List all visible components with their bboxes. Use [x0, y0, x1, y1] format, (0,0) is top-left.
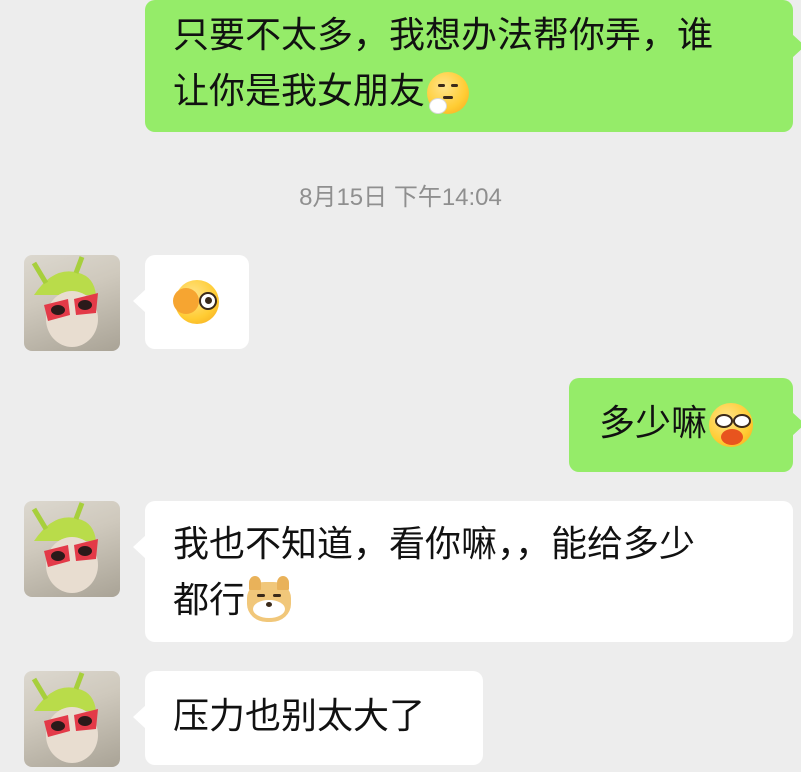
message-line: 只要不太多，我想办法帮你弄，谁	[173, 15, 714, 56]
message-line-text: 都行	[173, 580, 246, 621]
message-bubble-incoming[interactable]: 我也不知道，看你嘛，，能给多少 都行	[133, 501, 793, 642]
message-line: 都行	[173, 573, 765, 629]
avatar[interactable]	[24, 255, 120, 351]
message-line: 让你是我女朋友	[173, 64, 765, 120]
message-line: 多少嘛	[599, 396, 765, 452]
thinking-face-icon	[427, 72, 470, 114]
avatar-image	[31, 256, 98, 347]
timestamp: 8月15日 下午14:04	[299, 184, 502, 211]
doge-icon	[247, 576, 292, 622]
message-bubble-incoming[interactable]: 压力也别太大了	[133, 671, 483, 765]
message-line: 我也不知道，看你嘛，，能给多少	[173, 524, 696, 565]
message-line: 压力也别太大了	[173, 696, 426, 737]
avatar-image	[31, 502, 98, 593]
avatar-image	[31, 672, 98, 763]
avatar[interactable]	[24, 671, 120, 767]
eating-face-icon	[709, 403, 754, 447]
message-line-text: 让你是我女朋友	[173, 71, 426, 112]
avatar[interactable]	[24, 501, 120, 597]
ok-hand-eye-icon	[173, 280, 219, 324]
message-bubble-incoming[interactable]	[133, 255, 249, 349]
message-bubble-outgoing[interactable]: 多少嘛	[569, 378, 801, 472]
message-line-text: 多少嘛	[599, 403, 708, 444]
message-bubble-outgoing[interactable]: 只要不太多，我想办法帮你弄，谁 让你是我女朋友	[145, 0, 801, 132]
chat-window: 只要不太多，我想办法帮你弄，谁 让你是我女朋友 8月15日 下午14:04 多少…	[0, 0, 801, 772]
